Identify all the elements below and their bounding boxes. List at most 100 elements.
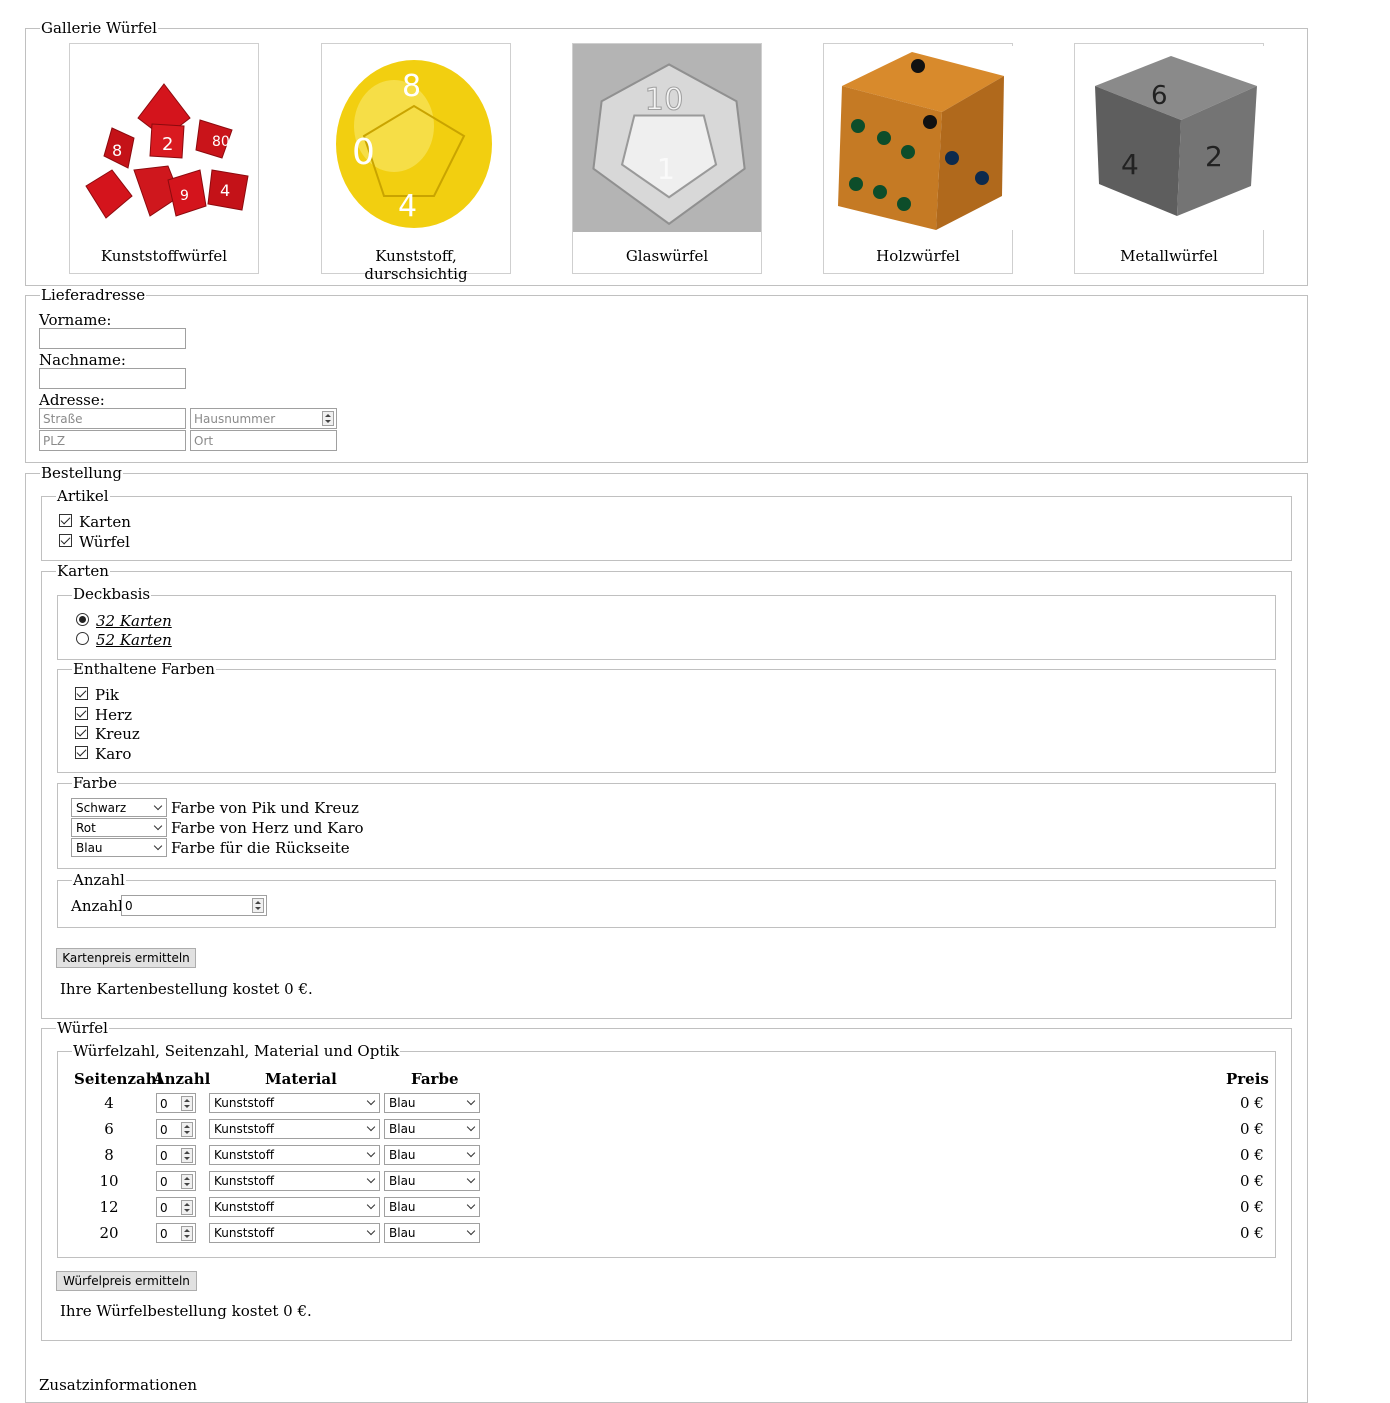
lastname-input[interactable] [39, 368, 186, 389]
svg-text:4: 4 [1121, 148, 1139, 181]
dice-color-select[interactable]: Blau [384, 1145, 480, 1165]
select-value: Blau [76, 841, 103, 855]
extra-info-label: Zusatzinformationen [39, 1376, 198, 1394]
zip-input[interactable]: PLZ [39, 430, 186, 451]
chevron-down-icon [366, 1148, 376, 1158]
gallery-caption: Holzwürfel [876, 247, 960, 265]
quantity-input[interactable]: 0 [121, 895, 267, 916]
chevron-down-icon [366, 1096, 376, 1106]
chevron-down-icon [466, 1096, 476, 1106]
city-input[interactable]: Ort [190, 430, 337, 451]
gallery-item-wood[interactable]: Holzwürfel [823, 43, 1016, 274]
dice-color-select[interactable]: Blau [384, 1223, 480, 1243]
gallery-item-glass[interactable]: 10 1 Glaswürfel [572, 43, 762, 274]
header-price: Preis [1226, 1070, 1269, 1088]
radio-32-cards[interactable] [76, 613, 89, 626]
chevron-down-icon [466, 1200, 476, 1210]
dice-count-value: 0 [160, 1149, 168, 1163]
dice-price: 0 € [1240, 1198, 1264, 1216]
spinner-icon[interactable] [181, 1200, 193, 1215]
gallery-item-transparent[interactable]: 8 0 4 Kunststoff, durschsichtig [321, 43, 511, 283]
spinner-icon[interactable] [181, 1096, 193, 1111]
dice-material-select[interactable]: Kunststoff [209, 1145, 380, 1165]
spinner-icon[interactable] [181, 1122, 193, 1137]
radio-52-cards-label[interactable]: 52 Karten [96, 631, 172, 649]
suits-legend: Enthaltene Farben [72, 660, 216, 678]
dice-color-select[interactable]: Blau [384, 1197, 480, 1217]
gallery-item-plastic[interactable]: 2 8 80 4 9 Kunststoffwürfel [69, 43, 259, 274]
glass-dice-image: 10 1 [573, 44, 761, 232]
svg-text:10: 10 [645, 82, 684, 117]
checkbox-karo[interactable] [75, 746, 88, 759]
checkbox-herz[interactable] [75, 707, 88, 720]
chevron-down-icon [466, 1122, 476, 1132]
checkbox-cards[interactable] [59, 514, 72, 527]
dice-count-input[interactable]: 0 [156, 1197, 196, 1217]
dice-color-select[interactable]: Blau [384, 1093, 480, 1113]
dice-sides: 4 [104, 1094, 114, 1112]
dice-material-select[interactable]: Kunststoff [209, 1171, 380, 1191]
spinner-icon[interactable] [181, 1174, 193, 1189]
dice-sides: 20 [99, 1224, 119, 1242]
dice-config-legend: Würfelzahl, Seitenzahl, Material und Opt… [72, 1042, 401, 1060]
checkbox-pik[interactable] [75, 687, 88, 700]
address-legend: Lieferadresse [40, 286, 147, 304]
dice-count-value: 0 [160, 1097, 168, 1111]
card-price-button[interactable]: Kartenpreis ermitteln [56, 948, 196, 968]
spinner-icon[interactable] [181, 1148, 193, 1163]
checkbox-dice[interactable] [59, 534, 72, 547]
dice-count-value: 0 [160, 1123, 168, 1137]
color-select-herz-karo[interactable]: Rot [71, 818, 167, 837]
dice-material-select[interactable]: Kunststoff [209, 1223, 380, 1243]
spinner-icon[interactable] [252, 898, 264, 913]
dice-color-select[interactable]: Blau [384, 1171, 480, 1191]
street-input[interactable]: Straße [39, 408, 186, 429]
select-value: Blau [389, 1174, 416, 1188]
dice-count-input[interactable]: 0 [156, 1093, 196, 1113]
chevron-down-icon [366, 1200, 376, 1210]
dice-color-select[interactable]: Blau [384, 1119, 480, 1139]
select-value: Blau [389, 1200, 416, 1214]
color-select-pik-kreuz[interactable]: Schwarz [71, 798, 167, 817]
radio-32-cards-label[interactable]: 32 Karten [96, 612, 172, 630]
gallery-caption: Metallwürfel [1120, 247, 1218, 265]
cards-legend: Karten [56, 562, 110, 580]
gallery-item-metal[interactable]: 6 4 2 Metallwürfel [1074, 43, 1269, 274]
svg-text:2: 2 [162, 134, 173, 155]
firstname-input[interactable] [39, 328, 186, 349]
dice-count-value: 0 [160, 1227, 168, 1241]
deck-fieldset [57, 595, 1276, 660]
spinner-icon[interactable] [322, 411, 334, 426]
dice-count-input[interactable]: 0 [156, 1223, 196, 1243]
transparent-dice-image: 8 0 4 [324, 46, 508, 230]
select-value: Kunststoff [214, 1174, 275, 1188]
header-sides: Seitenzahl [74, 1070, 163, 1088]
dice-count-input[interactable]: 0 [156, 1119, 196, 1139]
checkbox-pik-label: Pik [95, 686, 119, 704]
articles-fieldset [41, 496, 1292, 561]
dice-count-input[interactable]: 0 [156, 1171, 196, 1191]
select-value: Schwarz [76, 801, 127, 815]
dice-material-select[interactable]: Kunststoff [209, 1093, 380, 1113]
spinner-icon[interactable] [181, 1226, 193, 1241]
house-number-input[interactable]: Hausnummer [190, 408, 337, 429]
color-select-back[interactable]: Blau [71, 838, 167, 857]
dice-count-input[interactable]: 0 [156, 1145, 196, 1165]
svg-text:2: 2 [1205, 140, 1223, 173]
metal-dice-image: 6 4 2 [1085, 46, 1269, 230]
dice-material-select[interactable]: Kunststoff [209, 1119, 380, 1139]
checkbox-kreuz[interactable] [75, 726, 88, 739]
dice-material-select[interactable]: Kunststoff [209, 1197, 380, 1217]
header-material: Material [265, 1070, 337, 1088]
dice-price-button[interactable]: Würfelpreis ermitteln [56, 1271, 197, 1291]
chevron-down-icon [466, 1148, 476, 1158]
checkbox-dice-label: Würfel [79, 533, 130, 551]
suits-fieldset [57, 669, 1276, 773]
card-price-result: Ihre Kartenbestellung kostet 0 €. [60, 980, 313, 998]
radio-52-cards[interactable] [76, 632, 89, 645]
chevron-down-icon [153, 821, 163, 831]
color-label-herz-karo: Farbe von Herz und Karo [171, 819, 364, 837]
deck-legend: Deckbasis [72, 585, 152, 603]
gallery-caption: Glaswürfel [625, 247, 709, 265]
color-label-back: Farbe für die Rückseite [171, 839, 350, 857]
